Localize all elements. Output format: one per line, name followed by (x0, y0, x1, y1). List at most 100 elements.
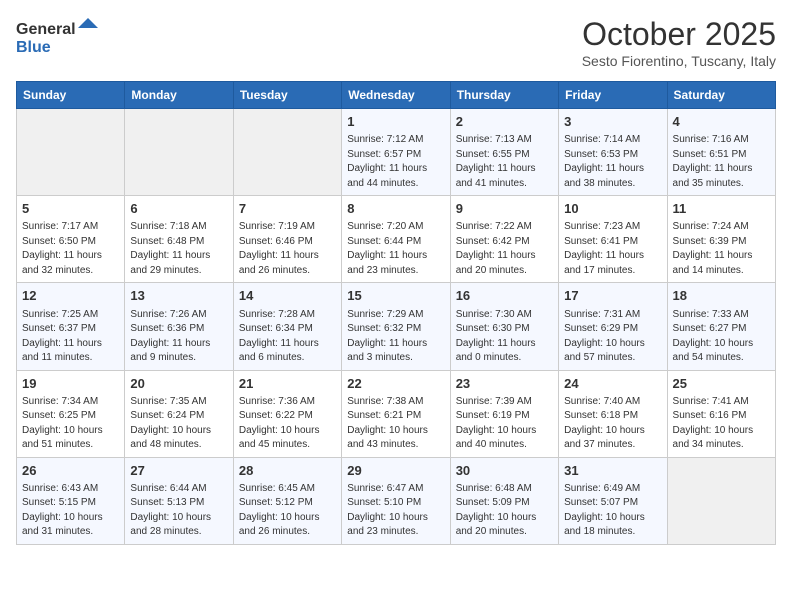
week-row-3: 12 Sunrise: 7:25 AM Sunset: 6:37 PM Dayli… (17, 283, 776, 370)
day-info: Sunrise: 7:28 AM Sunset: 6:34 PM Dayligh… (239, 308, 336, 366)
col-header-monday: Monday (125, 82, 233, 109)
day-cell: 9 Sunrise: 7:22 AM Sunset: 6:42 PM Daylig… (450, 196, 558, 283)
day-cell: 28 Sunrise: 6:45 AM Sunset: 5:12 PM Dayli… (233, 457, 341, 544)
day-number: 26 (22, 462, 119, 480)
day-number: 6 (130, 200, 227, 218)
day-number: 7 (239, 200, 336, 218)
day-info: Sunrise: 7:16 AM Sunset: 6:51 PM Dayligh… (673, 133, 770, 191)
day-number: 8 (347, 200, 444, 218)
header-row: SundayMondayTuesdayWednesdayThursdayFrid… (17, 82, 776, 109)
day-info: Sunrise: 7:18 AM Sunset: 6:48 PM Dayligh… (130, 220, 227, 278)
day-info: Sunrise: 7:31 AM Sunset: 6:29 PM Dayligh… (564, 308, 661, 366)
day-info: Sunrise: 7:23 AM Sunset: 6:41 PM Dayligh… (564, 220, 661, 278)
day-cell: 3 Sunrise: 7:14 AM Sunset: 6:53 PM Daylig… (559, 109, 667, 196)
day-info: Sunrise: 7:39 AM Sunset: 6:19 PM Dayligh… (456, 395, 553, 453)
day-info: Sunrise: 6:44 AM Sunset: 5:13 PM Dayligh… (130, 482, 227, 540)
day-info: Sunrise: 7:33 AM Sunset: 6:27 PM Dayligh… (673, 308, 770, 366)
day-cell: 24Sunrise: 7:40 AM Sunset: 6:18 PM Dayli… (559, 370, 667, 457)
day-number: 18 (673, 287, 770, 305)
day-cell: 12 Sunrise: 7:25 AM Sunset: 6:37 PM Dayli… (17, 283, 125, 370)
day-info: Sunrise: 7:12 AM Sunset: 6:57 PM Dayligh… (347, 133, 444, 191)
day-info: Sunrise: 7:29 AM Sunset: 6:32 PM Dayligh… (347, 308, 444, 366)
title-block: October 2025 Sesto Fiorentino, Tuscany, … (582, 16, 776, 69)
day-cell: 25 Sunrise: 7:41 AM Sunset: 6:16 PM Dayli… (667, 370, 775, 457)
day-number: 10 (564, 200, 661, 218)
week-row-4: 19 Sunrise: 7:34 AM Sunset: 6:25 PM Dayli… (17, 370, 776, 457)
day-info: Sunrise: 7:36 AM Sunset: 6:22 PM Dayligh… (239, 395, 336, 453)
day-info: Sunrise: 6:49 AM Sunset: 5:07 PM Dayligh… (564, 482, 661, 540)
day-cell: 26 Sunrise: 6:43 AM Sunset: 5:15 PM Dayli… (17, 457, 125, 544)
day-cell: 2Sunrise: 7:13 AM Sunset: 6:55 PM Daylig… (450, 109, 558, 196)
location-subtitle: Sesto Fiorentino, Tuscany, Italy (582, 53, 776, 69)
day-cell: 7 Sunrise: 7:19 AM Sunset: 6:46 PM Daylig… (233, 196, 341, 283)
day-cell: 1 Sunrise: 7:12 AM Sunset: 6:57 PM Daylig… (342, 109, 450, 196)
day-cell: 18 Sunrise: 7:33 AM Sunset: 6:27 PM Dayli… (667, 283, 775, 370)
day-number: 1 (347, 113, 444, 131)
day-cell: 23Sunrise: 7:39 AM Sunset: 6:19 PM Dayli… (450, 370, 558, 457)
day-info: Sunrise: 7:34 AM Sunset: 6:25 PM Dayligh… (22, 395, 119, 453)
day-number: 12 (22, 287, 119, 305)
day-cell: 15Sunrise: 7:29 AM Sunset: 6:32 PM Dayli… (342, 283, 450, 370)
col-header-thursday: Thursday (450, 82, 558, 109)
day-cell: 4Sunrise: 7:16 AM Sunset: 6:51 PM Daylig… (667, 109, 775, 196)
day-info: Sunrise: 6:43 AM Sunset: 5:15 PM Dayligh… (22, 482, 119, 540)
day-number: 25 (673, 375, 770, 393)
week-row-2: 5 Sunrise: 7:17 AM Sunset: 6:50 PM Daylig… (17, 196, 776, 283)
day-cell (233, 109, 341, 196)
day-info: Sunrise: 7:25 AM Sunset: 6:37 PM Dayligh… (22, 308, 119, 366)
logo-svg: GeneralBlue (16, 16, 106, 60)
day-cell: 8 Sunrise: 7:20 AM Sunset: 6:44 PM Daylig… (342, 196, 450, 283)
day-info: Sunrise: 6:48 AM Sunset: 5:09 PM Dayligh… (456, 482, 553, 540)
day-cell: 10 Sunrise: 7:23 AM Sunset: 6:41 PM Dayli… (559, 196, 667, 283)
day-info: Sunrise: 7:35 AM Sunset: 6:24 PM Dayligh… (130, 395, 227, 453)
day-number: 16 (456, 287, 553, 305)
day-info: Sunrise: 6:45 AM Sunset: 5:12 PM Dayligh… (239, 482, 336, 540)
month-title: October 2025 (582, 16, 776, 53)
day-number: 11 (673, 200, 770, 218)
day-number: 27 (130, 462, 227, 480)
day-info: Sunrise: 7:19 AM Sunset: 6:46 PM Dayligh… (239, 220, 336, 278)
day-info: Sunrise: 7:26 AM Sunset: 6:36 PM Dayligh… (130, 308, 227, 366)
day-cell (17, 109, 125, 196)
day-cell: 11Sunrise: 7:24 AM Sunset: 6:39 PM Dayli… (667, 196, 775, 283)
day-number: 30 (456, 462, 553, 480)
day-cell: 20 Sunrise: 7:35 AM Sunset: 6:24 PM Dayli… (125, 370, 233, 457)
day-cell: 27 Sunrise: 6:44 AM Sunset: 5:13 PM Dayli… (125, 457, 233, 544)
day-number: 29 (347, 462, 444, 480)
day-info: Sunrise: 7:20 AM Sunset: 6:44 PM Dayligh… (347, 220, 444, 278)
day-cell: 30 Sunrise: 6:48 AM Sunset: 5:09 PM Dayli… (450, 457, 558, 544)
day-cell: 5 Sunrise: 7:17 AM Sunset: 6:50 PM Daylig… (17, 196, 125, 283)
week-row-5: 26 Sunrise: 6:43 AM Sunset: 5:15 PM Dayli… (17, 457, 776, 544)
col-header-sunday: Sunday (17, 82, 125, 109)
day-info: Sunrise: 7:14 AM Sunset: 6:53 PM Dayligh… (564, 133, 661, 191)
day-number: 3 (564, 113, 661, 131)
day-number: 22 (347, 375, 444, 393)
day-cell: 22Sunrise: 7:38 AM Sunset: 6:21 PM Dayli… (342, 370, 450, 457)
col-header-saturday: Saturday (667, 82, 775, 109)
day-cell: 14 Sunrise: 7:28 AM Sunset: 6:34 PM Dayli… (233, 283, 341, 370)
day-number: 19 (22, 375, 119, 393)
day-number: 13 (130, 287, 227, 305)
day-number: 9 (456, 200, 553, 218)
day-cell: 13 Sunrise: 7:26 AM Sunset: 6:36 PM Dayli… (125, 283, 233, 370)
week-row-1: 1 Sunrise: 7:12 AM Sunset: 6:57 PM Daylig… (17, 109, 776, 196)
calendar-table: SundayMondayTuesdayWednesdayThursdayFrid… (16, 81, 776, 545)
day-cell: 19 Sunrise: 7:34 AM Sunset: 6:25 PM Dayli… (17, 370, 125, 457)
day-cell: 31Sunrise: 6:49 AM Sunset: 5:07 PM Dayli… (559, 457, 667, 544)
day-cell (125, 109, 233, 196)
day-number: 20 (130, 375, 227, 393)
day-info: Sunrise: 7:22 AM Sunset: 6:42 PM Dayligh… (456, 220, 553, 278)
col-header-friday: Friday (559, 82, 667, 109)
day-number: 5 (22, 200, 119, 218)
day-info: Sunrise: 7:13 AM Sunset: 6:55 PM Dayligh… (456, 133, 553, 191)
svg-text:Blue: Blue (16, 39, 51, 56)
day-cell (667, 457, 775, 544)
logo: GeneralBlue (16, 16, 106, 60)
day-number: 24 (564, 375, 661, 393)
day-info: Sunrise: 7:17 AM Sunset: 6:50 PM Dayligh… (22, 220, 119, 278)
day-info: Sunrise: 6:47 AM Sunset: 5:10 PM Dayligh… (347, 482, 444, 540)
day-number: 28 (239, 462, 336, 480)
page-header: GeneralBlue October 2025 Sesto Fiorentin… (16, 16, 776, 69)
day-info: Sunrise: 7:41 AM Sunset: 6:16 PM Dayligh… (673, 395, 770, 453)
day-number: 14 (239, 287, 336, 305)
